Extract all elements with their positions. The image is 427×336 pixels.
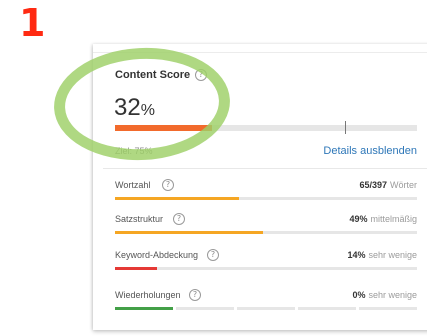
question-circle-icon[interactable]: ? — [162, 179, 174, 191]
metric-bar-segment — [237, 307, 295, 310]
metric-bar — [115, 197, 417, 200]
content-score-target-marker — [344, 121, 346, 134]
question-circle-icon[interactable]: ? — [207, 249, 219, 261]
metric-description: sehr wenige — [368, 250, 417, 260]
section-divider — [103, 168, 427, 169]
metric-label: Wortzahl — [115, 180, 151, 190]
metric-sentence-structure: Satzstruktur ? 49% mittelmäßig — [115, 213, 417, 240]
metric-bar-fill — [115, 231, 263, 234]
metric-value: 0% — [352, 290, 366, 300]
metric-keyword-coverage: Keyword-Abdeckung ? 14% sehr wenige — [115, 249, 417, 276]
metric-bar-segment — [176, 307, 234, 310]
metric-readout: 14% sehr wenige — [347, 250, 417, 260]
metric-description: mittelmäßig — [370, 214, 417, 224]
metric-readout: 65/397 Wörter — [359, 180, 417, 190]
metric-bar-fill — [115, 267, 158, 270]
metric-readout: 49% mittelmäßig — [349, 214, 417, 224]
metric-value: 49% — [349, 214, 368, 224]
metric-bar-segment — [298, 307, 356, 310]
metric-bar-segment — [359, 307, 417, 310]
metric-word-count: Wortzahl ? 65/397 Wörter — [115, 179, 417, 206]
metric-bar — [115, 267, 417, 270]
metric-segmented-bar — [115, 307, 417, 310]
metric-label: Wiederholungen — [115, 290, 181, 300]
metric-readout: 0% sehr wenige — [352, 290, 417, 300]
metric-description: sehr wenige — [368, 290, 417, 300]
metric-value: 65/397 — [359, 180, 387, 190]
metric-repetitions: Wiederholungen ? 0% sehr wenige — [115, 289, 417, 316]
metric-value: 14% — [347, 250, 366, 260]
metric-label: Keyword-Abdeckung — [115, 250, 199, 260]
metric-bar — [115, 231, 417, 234]
metric-bar-segment — [115, 307, 173, 310]
step-number: 1 — [19, 1, 46, 45]
question-circle-icon[interactable]: ? — [173, 213, 185, 225]
metric-label: Satzstruktur — [115, 214, 164, 224]
metric-description: Wörter — [390, 180, 417, 190]
metric-bar-fill — [115, 197, 239, 200]
question-circle-icon[interactable]: ? — [189, 289, 201, 301]
hide-details-link[interactable]: Details ausblenden — [323, 145, 417, 157]
